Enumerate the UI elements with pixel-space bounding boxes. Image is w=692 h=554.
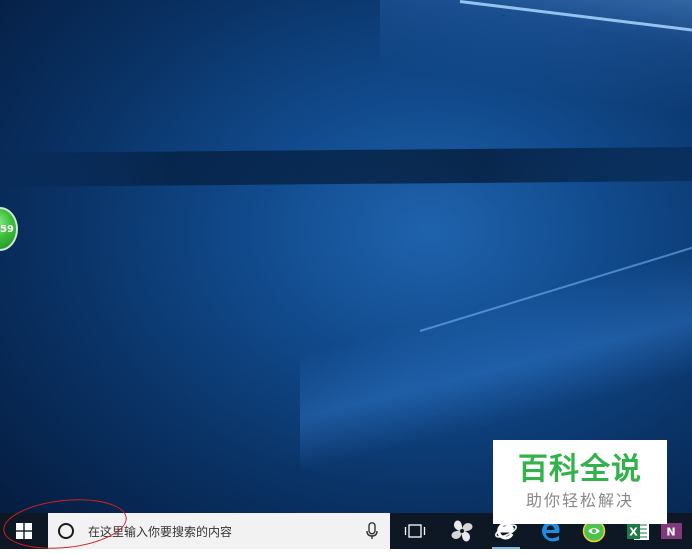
excel-letter: X bbox=[629, 526, 638, 539]
light-beam-top bbox=[380, 0, 692, 134]
floating-widget[interactable]: 59 bbox=[0, 207, 18, 251]
task-view-icon bbox=[404, 524, 426, 538]
watermark-logo: 百科全说 助你轻松解决 bbox=[493, 440, 667, 524]
light-beam-edge bbox=[459, 0, 692, 35]
task-view-button[interactable] bbox=[390, 513, 440, 549]
onenote-letter: N bbox=[666, 526, 675, 539]
pinwheel-app-button[interactable] bbox=[440, 513, 484, 549]
dark-band bbox=[0, 146, 692, 188]
widget-value: 59 bbox=[0, 223, 14, 235]
light-beam-bottom bbox=[300, 227, 692, 473]
watermark-subtitle: 助你轻松解决 bbox=[525, 491, 634, 510]
pinwheel-icon bbox=[451, 520, 473, 542]
light-beam-bottom-edge bbox=[419, 242, 692, 332]
microphone-icon[interactable] bbox=[366, 522, 378, 540]
watermark-title: 百科全说 bbox=[518, 452, 642, 487]
